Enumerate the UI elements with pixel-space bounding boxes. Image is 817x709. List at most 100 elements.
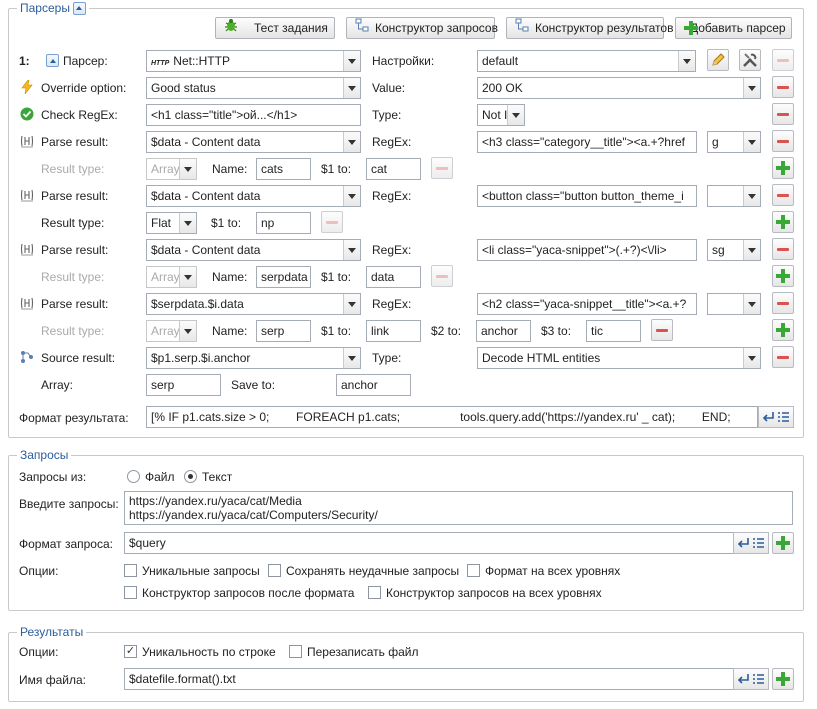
- remove-parse3-var-button[interactable]: [431, 265, 453, 287]
- add-parse3-var-button[interactable]: [772, 265, 794, 287]
- parse1-name-input[interactable]: cats: [256, 158, 311, 180]
- results-options-label: Опции:: [19, 645, 59, 659]
- source-result-select[interactable]: $p1.serp.$i.anchor: [146, 347, 361, 369]
- overwrite-file-checkbox[interactable]: [289, 645, 302, 658]
- parse4-rtype-select[interactable]: Array: [146, 320, 197, 342]
- add-parse4-var-button[interactable]: [772, 319, 794, 341]
- settings-select[interactable]: default: [477, 50, 696, 72]
- parser-select[interactable]: HTTP Net::HTTP: [146, 50, 361, 72]
- plus-icon: [776, 215, 790, 229]
- add-parser-button[interactable]: Добавить парсер: [675, 17, 792, 39]
- parsers-collapse-button[interactable]: [72, 1, 86, 15]
- parse-result-label: Parse result:: [41, 243, 109, 257]
- add-parse1-var-button[interactable]: [772, 157, 794, 179]
- array-input[interactable]: serp: [146, 374, 221, 396]
- format-all-levels-checkbox[interactable]: [467, 564, 480, 577]
- remove-parse1-var-button[interactable]: [431, 157, 453, 179]
- filename-input[interactable]: $datefile.format().txt: [124, 668, 734, 690]
- parse3-source-select[interactable]: $data - Content data: [146, 239, 361, 261]
- parse1-rtype-value: Array: [151, 162, 180, 176]
- test-task-button[interactable]: Тест задания: [215, 17, 335, 39]
- format-result-tools[interactable]: [758, 406, 794, 428]
- minus-icon: [777, 193, 789, 197]
- remove-parse3-button[interactable]: [772, 238, 794, 260]
- check-type-select[interactable]: Not I: [477, 104, 525, 126]
- remove-parse2-var-button[interactable]: [321, 211, 343, 233]
- parse3-to-input[interactable]: data: [366, 266, 421, 288]
- parse3-source-value: $data - Content data: [151, 243, 261, 257]
- remove-parse4-var-button[interactable]: [651, 319, 673, 341]
- file-radio[interactable]: [127, 470, 140, 483]
- parse3-rtype-select[interactable]: Array: [146, 266, 197, 288]
- minus-icon: [777, 58, 789, 62]
- tools-settings-button[interactable]: [739, 49, 761, 71]
- text-radio[interactable]: [184, 470, 197, 483]
- remove-check-button[interactable]: [772, 103, 794, 125]
- parse1-source-select[interactable]: $data - Content data: [146, 131, 361, 153]
- parse4-source-select[interactable]: $serpdata.$i.data: [146, 293, 361, 315]
- parse4-flags-select[interactable]: [707, 293, 761, 315]
- remove-parse4-button[interactable]: [772, 292, 794, 314]
- chevron-down-icon: [507, 105, 524, 125]
- save-failed-checkbox[interactable]: [268, 564, 281, 577]
- unique-queries-checkbox[interactable]: [124, 564, 137, 577]
- add-query-format-button[interactable]: [772, 532, 794, 554]
- parse2-source-select[interactable]: $data - Content data: [146, 185, 361, 207]
- check-regex-input[interactable]: <h1 class="title">ой...</h1>: [146, 104, 361, 126]
- result-builder-button[interactable]: Конструктор результатов: [506, 17, 673, 39]
- parse2-to-input[interactable]: np: [256, 212, 311, 234]
- remove-parse1-button[interactable]: [772, 130, 794, 152]
- source-type-select[interactable]: Decode HTML entities: [477, 347, 761, 369]
- parse3-regex-input[interactable]: <li class="yaca-snippet">(.+?)<\/li>: [477, 239, 697, 261]
- save-to-input[interactable]: anchor: [336, 374, 411, 396]
- builder-after-format-checkbox[interactable]: [124, 586, 137, 599]
- edit-settings-button[interactable]: [707, 49, 729, 71]
- queries-textarea[interactable]: https://yandex.ru/yaca/cat/Media https:/…: [124, 491, 793, 525]
- unique-queries-label: Уникальные запросы: [142, 564, 260, 578]
- remove-parse2-button[interactable]: [772, 184, 794, 206]
- parse1-to-input[interactable]: cat: [366, 158, 421, 180]
- remove-override-button[interactable]: [772, 76, 794, 98]
- parse3-flags-select[interactable]: sg: [707, 239, 761, 261]
- regex-icon: [20, 188, 34, 202]
- parse1-regex-input[interactable]: <h3 class="category__title"><a.+?href: [477, 131, 697, 153]
- parsers-legend: Парсеры: [17, 1, 89, 15]
- test-task-label: Тест задания: [254, 21, 328, 35]
- parse1-rtype-select[interactable]: Array: [146, 158, 197, 180]
- add-parse2-var-button[interactable]: [772, 211, 794, 233]
- parser-collapse-button[interactable]: [46, 54, 59, 67]
- override-select-value: Good status: [151, 81, 216, 95]
- results-legend: Результаты: [17, 625, 87, 639]
- chevron-down-icon: [179, 159, 196, 179]
- add-parser-label: Добавить парсер: [690, 21, 786, 35]
- filename-tools[interactable]: [733, 668, 769, 690]
- override-select[interactable]: Good status: [146, 77, 361, 99]
- query-format-input[interactable]: $query: [124, 532, 734, 554]
- builder-all-levels-checkbox[interactable]: [368, 586, 381, 599]
- format-result-input[interactable]: [% IF p1.cats.size > 0; FOREACH p1.cats;…: [146, 406, 758, 428]
- parse4-to1-input[interactable]: link: [366, 320, 421, 342]
- chevron-down-icon: [343, 294, 360, 314]
- unique-line-checkbox[interactable]: ✓: [124, 645, 137, 658]
- query-builder-button[interactable]: Конструктор запросов: [346, 17, 498, 39]
- parse-result-label: Parse result:: [41, 297, 109, 311]
- parse2-source-value: $data - Content data: [151, 189, 261, 203]
- parse2-regex-input[interactable]: <button class="button button_theme_i: [477, 185, 697, 207]
- settings-label: Настройки:: [372, 54, 435, 68]
- parse4-to3-input[interactable]: tic: [586, 320, 641, 342]
- parse3-name-input[interactable]: serpdata: [256, 266, 311, 288]
- text-radio-label: Текст: [202, 470, 233, 484]
- parse2-rtype-select[interactable]: Flat: [146, 212, 197, 234]
- remove-source-button[interactable]: [772, 346, 794, 368]
- value-select[interactable]: 200 OK: [477, 77, 761, 99]
- query-line: https://yandex.ru/yaca/cat/Media: [129, 494, 302, 508]
- add-filename-button[interactable]: [772, 668, 794, 690]
- parse1-flags-select[interactable]: g: [707, 131, 761, 153]
- parse2-flags-select[interactable]: [707, 185, 761, 207]
- regex-label: RegEx:: [372, 189, 412, 203]
- query-format-tools[interactable]: [733, 532, 769, 554]
- parse4-name-input[interactable]: serp: [256, 320, 311, 342]
- parse4-regex-input[interactable]: <h2 class="yaca-snippet__title"><a.+?: [477, 293, 697, 315]
- parse4-to2-input[interactable]: anchor: [476, 320, 531, 342]
- remove-parser-button[interactable]: [772, 49, 794, 71]
